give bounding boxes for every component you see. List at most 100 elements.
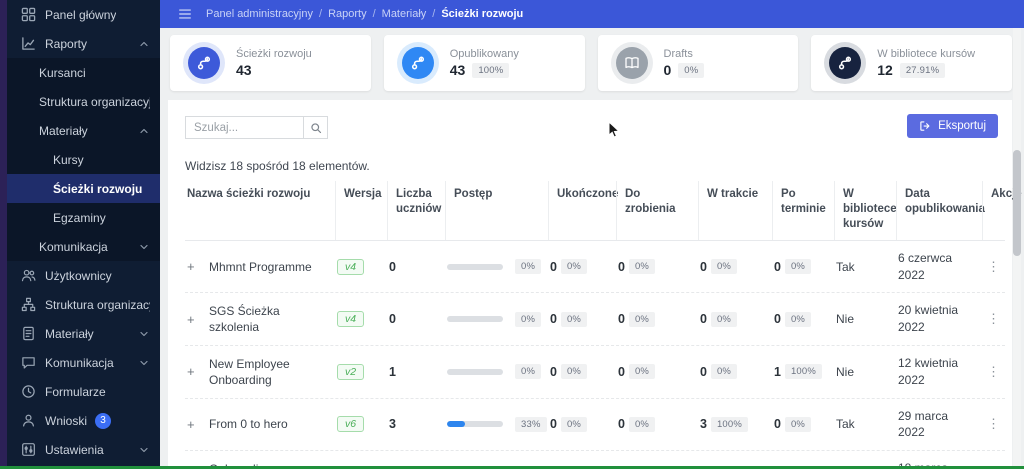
todo-cell: 00% [616,250,698,283]
sidebar-item-label: Komunikacja [39,239,108,254]
stat-card-text: W bibliotece kursów 12 27.91% [877,48,975,78]
sidebar-item-materiały[interactable]: Materiały [7,116,160,145]
sidebar-item-ustawienia[interactable]: Ustawienia [7,435,160,464]
version-cell: v4 [335,250,387,284]
sidebar-item-kursy[interactable]: Kursy [7,145,160,174]
admin-panel-app: Panel główny Raporty Kursanci Struktura … [0,0,1024,469]
clock-icon [21,384,36,399]
export-button[interactable]: Eksportuj [907,114,998,138]
row-actions-button[interactable]: ⋮ [984,259,1003,275]
items-count-text: Widzisz 18 spośród 18 elementów. [185,159,370,173]
sidebar-item-panel-główny[interactable]: Panel główny [7,0,160,29]
breadcrumb-bar: Panel administracyjny / Raporty / Materiały /… [160,0,1024,28]
breadcrumb-item[interactable]: Raporty [328,8,367,20]
row-actions-button[interactable]: ⋮ [984,416,1003,432]
stat-percent-badge: 0% [784,259,812,275]
export-icon [919,120,931,132]
column-header-wersja: Wersja [335,181,387,240]
sidebar-item-kursanci[interactable]: Kursanci [7,58,160,87]
actions-cell: ⋮ [982,355,1005,389]
sidebar-item-egzaminy[interactable]: Egzaminy [7,203,160,232]
path-name: SGS Ścieżka szkolenia [209,304,280,335]
sidebar-item-label: Panel główny [45,7,117,22]
stat-count: 0 [550,259,557,274]
breadcrumb-item[interactable]: Materiały [382,8,427,20]
menu-collapse-icon[interactable] [178,7,192,21]
overdue-cell: 00% [772,250,834,283]
stat-card-drafts: Drafts 0 0% [597,35,799,91]
progress-cell: 0% [445,303,548,336]
search-button[interactable] [303,116,328,139]
in-progress-cell: 0 0% [698,355,772,388]
publish-date-cell: 20 kwietnia 2022 [898,303,959,335]
stat-count: 0 [618,364,625,379]
version-badge: v2 [337,363,365,380]
user-icon [21,413,36,428]
stat-percent-badge: 0% [710,364,738,380]
in-progress-cell: 0 0% [698,250,772,283]
stat-count: 0 [618,259,625,274]
overdue-cell: 1 100% [772,355,834,388]
stat-card-value: 43 [236,62,312,78]
in-library-cell: Tak [836,259,855,274]
sidebar-item-label: Kursy [53,152,84,167]
sidebar-item-formularze[interactable]: Formularze [7,377,160,406]
stat-value: 12 [877,62,893,78]
row-actions-button[interactable]: ⋮ [984,311,1003,327]
stat-card-ścieżki-rozwoju: Ścieżki rozwoju 43 [170,35,371,91]
sidebar-item-label: Użytkownicy [45,268,112,283]
stat-card-text: Drafts 0 0% [664,48,705,78]
main-content: Ścieżki rozwoju 43 Opublikowany 43 100% … [160,28,1024,469]
progress-bar-fill [447,421,466,428]
publish-date-cell: 29 marca 2022 [898,408,949,440]
paths-table: Nazwa ścieżki rozwoju Wersja Liczba ucznió… [185,181,1022,469]
students-count: 1 [389,364,396,379]
scrollbar-thumb[interactable] [1013,150,1021,256]
sidebar-item-label: Egzaminy [53,210,106,225]
sidebar-item-ścieżki-rozwoju[interactable]: Ścieżki rozwoju [7,174,160,203]
row-actions-button[interactable]: ⋮ [984,364,1003,380]
sidebar-item-wnioski[interactable]: Wnioski 3 [7,406,160,435]
in-library-cell: Nie [836,364,855,379]
sidebar-item-label: Materiały [45,326,94,341]
in-library-cell: Tak [836,417,855,432]
expand-row-button[interactable]: + [187,259,209,274]
search-input[interactable] [185,116,303,139]
chevron-down-icon [138,444,150,456]
sidebar-item-komunikacja[interactable]: Komunikacja [7,348,160,377]
students-cell: 1 [387,356,445,388]
stat-percent-badge: 0% [560,364,588,380]
sidebar-item-materiały[interactable]: Materiały [7,319,160,348]
column-header-ukończone: Ukończone [548,181,618,240]
stat-percent-badge: 0% [710,259,738,275]
stat-card-text: Opublikowany 43 100% [450,48,519,78]
stat-count: 0 [550,417,557,432]
sidebar-item-użytkownicy[interactable]: Użytkownicy [7,261,160,290]
stat-percent-badge: 100% [784,364,823,380]
stat-value: 43 [236,62,252,78]
expand-row-button[interactable]: + [187,312,209,327]
column-header-do-zrobienia: Do zrobienia [616,181,698,240]
expand-row-button[interactable]: + [187,417,209,432]
publish-date-cell: 6 czerwca 2022 [898,250,953,282]
overdue-cell: 00% [772,303,834,336]
sidebar-item-struktura-organizacyjna[interactable]: Struktura organizacyjna [7,290,160,319]
sidebar-item-label: Struktura organizacyjna [45,297,150,312]
sidebar-item-label: Wnioski [45,413,88,428]
stat-cards: Ścieżki rozwoju 43 Opublikowany 43 100% … [170,35,1012,91]
document-icon [21,326,36,341]
chevron-down-icon [138,357,150,369]
breadcrumb: Panel administracyjny / Raporty / Materiały /… [206,8,523,20]
todo-cell: 00% [616,408,698,441]
expand-row-button[interactable]: + [187,364,209,379]
settings-icon [21,442,36,457]
stat-percent-badge: 0% [784,311,812,327]
sidebar-item-label: Kursanci [39,65,86,80]
breadcrumb-item[interactable]: Panel administracyjny [206,8,313,20]
sidebar-item-raporty[interactable]: Raporty [7,29,160,58]
sidebar-item-struktura-organizacyjna[interactable]: Struktura organizacyjna [7,87,160,116]
stat-card-value: 12 27.91% [877,62,975,78]
path-icon [401,47,434,79]
stat-percent-badge: 0% [628,311,656,327]
sidebar-item-komunikacja[interactable]: Komunikacja [7,232,160,261]
